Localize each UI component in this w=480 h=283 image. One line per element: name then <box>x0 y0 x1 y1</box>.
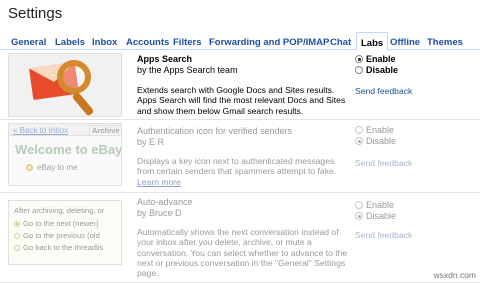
radio-icon <box>14 244 20 251</box>
tab-offline[interactable]: Offline <box>390 37 420 48</box>
radio-icon <box>14 232 20 239</box>
magnifier-icon <box>57 60 91 94</box>
enable-radio[interactable] <box>355 55 363 63</box>
disable-option[interactable]: Disable <box>355 136 396 146</box>
lab-item-apps-search: Apps Search by the Apps Search team Exte… <box>0 51 480 120</box>
disable-option[interactable]: Disable <box>355 65 398 75</box>
thumb-sender-text: eBay to me <box>37 163 78 172</box>
lab-item-authentication-icon: « Back to Inbox Archive Welcome to eBay!… <box>0 120 480 193</box>
lab-description: Extends search with Google Docs and Site… <box>137 85 346 116</box>
thumb-option: Go to the previous (old <box>14 231 100 240</box>
enable-radio[interactable] <box>355 126 363 134</box>
thumb-welcome-text: Welcome to eBay! <box>15 142 122 157</box>
tab-themes[interactable]: Themes <box>427 37 463 48</box>
page-title: Settings <box>8 5 63 22</box>
lab-author: by the Apps Search team <box>137 65 238 75</box>
thumb-back-link: « Back to Inbox <box>13 126 69 135</box>
lab-thumbnail: « Back to Inbox Archive Welcome to eBay!… <box>8 123 122 186</box>
disable-radio[interactable] <box>355 212 363 220</box>
settings-tabs: General Labels Inbox Accounts Filters Fo… <box>0 32 480 51</box>
tab-chat[interactable]: Chat <box>330 37 351 48</box>
lab-description: Displays a key icon next to authenticate… <box>137 156 337 177</box>
key-icon <box>26 164 33 171</box>
tab-filters[interactable]: Filters <box>173 37 202 48</box>
enable-radio[interactable] <box>355 201 363 209</box>
send-feedback-link[interactable]: Send feedback <box>355 86 412 96</box>
enable-option[interactable]: Enable <box>355 54 396 64</box>
tab-labels[interactable]: Labels <box>55 37 85 48</box>
thumb-archive-button: Archive <box>89 125 121 136</box>
thumb-option: Go to the next (newer) <box>14 219 99 228</box>
magnifier-handle <box>71 91 95 116</box>
learn-more-link[interactable]: Learn more <box>137 177 181 187</box>
radio-icon <box>14 220 20 227</box>
tab-general[interactable]: General <box>11 37 46 48</box>
enable-option[interactable]: Enable <box>355 125 394 135</box>
disable-option[interactable]: Disable <box>355 211 396 221</box>
disable-radio[interactable] <box>355 137 363 145</box>
lab-author: by Bruce D <box>137 208 182 218</box>
enable-option[interactable]: Enable <box>355 200 394 210</box>
lab-name: Apps Search <box>137 54 193 64</box>
lab-item-auto-advance: After archiving, deleting, or Go to the … <box>0 193 480 283</box>
lab-thumbnail: After archiving, deleting, or Go to the … <box>8 200 122 265</box>
disable-radio[interactable] <box>355 66 363 74</box>
lab-thumbnail <box>8 53 122 117</box>
lab-name: Auto-advance <box>137 197 193 207</box>
lab-author: by E R <box>137 137 165 147</box>
watermark: wsxdn.com <box>433 270 476 280</box>
lab-description: Automatically shows the next conversatio… <box>137 227 348 279</box>
tab-inbox[interactable]: Inbox <box>92 37 117 48</box>
thumb-option: Go back to the threadlis <box>14 243 103 252</box>
tab-accounts[interactable]: Accounts <box>126 37 169 48</box>
send-feedback-link[interactable]: Send feedback <box>355 230 412 240</box>
lab-name: Authentication icon for verified senders <box>137 126 293 136</box>
thumb-heading: After archiving, deleting, or <box>14 206 105 215</box>
send-feedback-link[interactable]: Send feedback <box>355 158 412 168</box>
tab-labs[interactable]: Labs <box>356 32 389 51</box>
tab-forwarding[interactable]: Forwarding and POP/IMAP <box>209 37 329 48</box>
